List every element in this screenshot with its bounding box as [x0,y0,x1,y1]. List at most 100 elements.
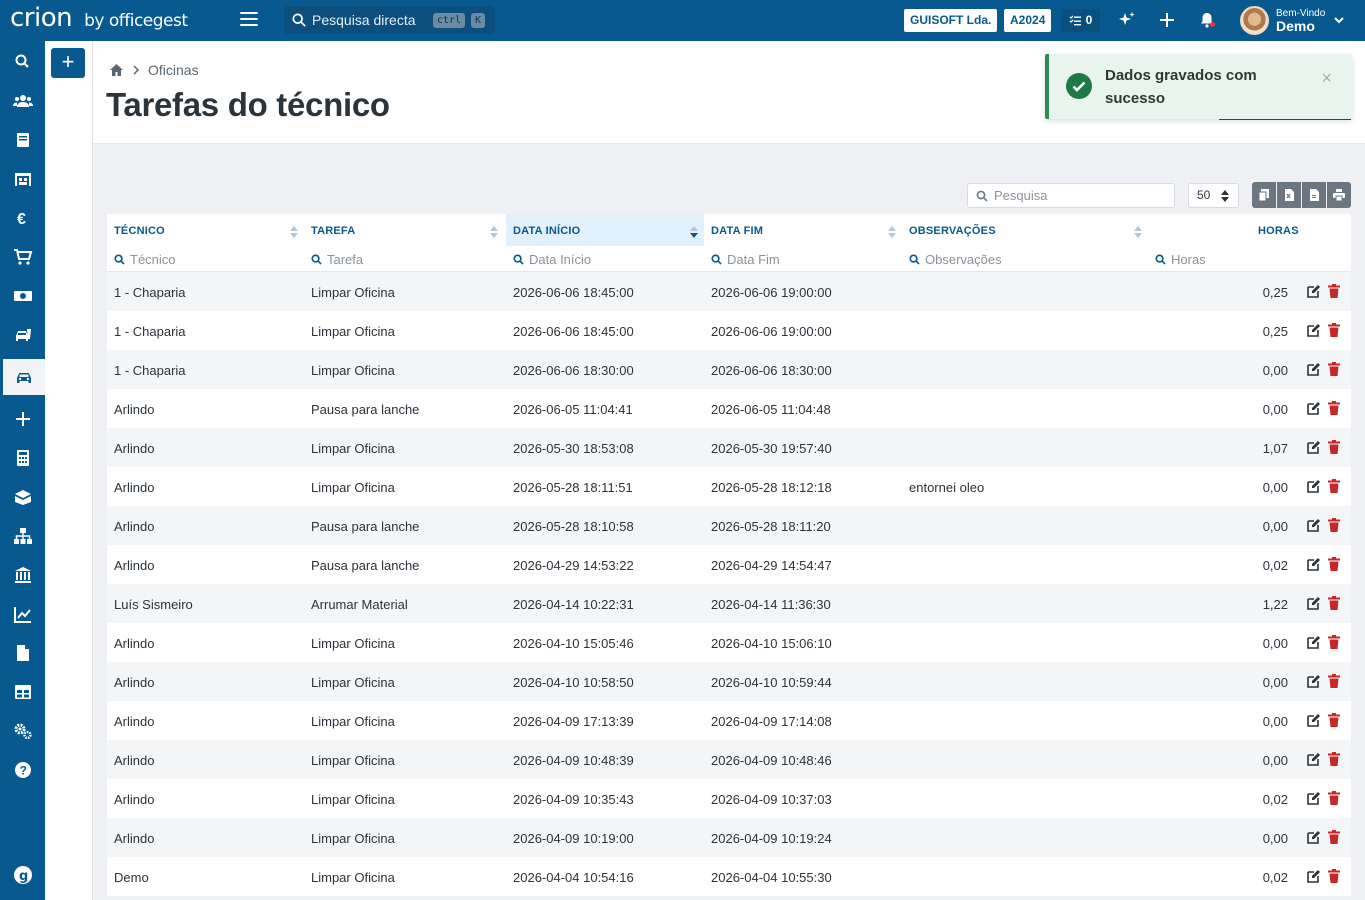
table-row[interactable]: Arlindo Limpar Oficina 2026-04-09 17:13:39… [107,701,1351,740]
table-row[interactable]: Luís Sismeiro Arrumar Material 2026-04-14 … [107,584,1351,623]
global-search-input[interactable]: Pesquisa directa ctrl K [284,6,495,34]
column-header-tarefa[interactable]: TAREFA [304,214,504,246]
filter-observacoes[interactable]: Observações [902,249,1002,269]
trash-icon[interactable] [1327,791,1341,805]
sidebar-item-search[interactable] [0,44,45,80]
trash-icon[interactable] [1327,635,1341,649]
sidebar-item-users[interactable] [0,83,45,119]
trash-icon[interactable] [1327,596,1341,610]
trash-icon[interactable] [1327,518,1341,532]
table-row[interactable]: Arlindo Limpar Oficina 2026-05-30 18:53:08… [107,428,1351,467]
edit-icon[interactable] [1307,362,1321,376]
table-row[interactable]: 1 - Chaparia Limpar Oficina 2026-06-06 18:… [107,311,1351,350]
filter-tarefa[interactable]: Tarefa [304,249,363,269]
avatar[interactable] [1240,6,1269,35]
close-icon[interactable]: × [1321,68,1332,89]
trash-icon[interactable] [1327,362,1341,376]
trash-icon[interactable] [1327,674,1341,688]
bell-icon[interactable] [1198,11,1216,29]
sidebar-item-bank[interactable] [0,557,45,593]
trash-icon[interactable] [1327,713,1341,727]
home-icon[interactable] [109,63,124,77]
table-row[interactable]: Arlindo Limpar Oficina 2026-04-10 10:58:50… [107,662,1351,701]
trash-icon[interactable] [1327,401,1341,415]
table-row[interactable]: Arlindo Pausa para lanche 2026-05-28 18:10… [107,506,1351,545]
table-row[interactable]: Arlindo Limpar Oficina 2026-04-09 10:35:43… [107,779,1351,818]
trash-icon[interactable] [1327,284,1341,298]
logo[interactable]: crion by officegest [10,3,188,37]
filter-data-fim[interactable]: Data Fim [704,249,780,269]
table-row[interactable]: Arlindo Limpar Oficina 2026-04-10 15:05:46… [107,623,1351,662]
sidebar-item-stock[interactable] [0,479,45,515]
table-row[interactable]: Arlindo Pausa para lanche 2026-06-05 11:04… [107,389,1351,428]
sidebar-item-help[interactable]: ? [0,752,45,788]
trash-icon[interactable] [1327,479,1341,493]
copy-button[interactable] [1252,182,1276,208]
column-header-data-inicio[interactable]: DATA INÍCIO [506,214,704,246]
trash-icon[interactable] [1327,323,1341,337]
filter-horas[interactable]: Horas [1148,249,1206,269]
sidebar-item-warehouse[interactable] [0,161,45,197]
sidebar-item-settings[interactable] [0,713,45,749]
sidebar-item-tables[interactable] [0,674,45,710]
edit-icon[interactable] [1307,830,1321,844]
pdf-button[interactable] [1302,182,1326,208]
table-row[interactable]: Arlindo Limpar Oficina 2026-04-09 10:19:00… [107,818,1351,857]
sidebar-item-books[interactable] [0,122,45,158]
sidebar-item-finance[interactable]: € [0,200,45,236]
trash-icon[interactable] [1327,557,1341,571]
sidebar-item-shop[interactable] [0,239,45,275]
filter-tecnico[interactable]: Técnico [107,249,176,269]
edit-icon[interactable] [1307,791,1321,805]
edit-icon[interactable] [1307,713,1321,727]
breadcrumb-item[interactable]: Oficinas [148,62,199,78]
column-header-tecnico[interactable]: TÉCNICO [107,214,304,246]
sidebar-item-documents[interactable] [0,635,45,671]
edit-icon[interactable] [1307,635,1321,649]
sidebar-item-add[interactable] [0,401,45,437]
table-row[interactable]: 1 - Chaparia Limpar Oficina 2026-06-06 18:… [107,272,1351,311]
filter-data-inicio[interactable]: Data Início [506,249,591,269]
year-selector[interactable]: A2024 [1004,9,1052,32]
edit-icon[interactable] [1307,869,1321,883]
column-header-data-fim[interactable]: DATA FIM [704,214,902,246]
chevron-down-icon[interactable] [1333,14,1345,26]
table-search-input[interactable]: Pesquisa [967,183,1175,208]
print-button[interactable] [1327,182,1351,208]
edit-icon[interactable] [1307,752,1321,766]
table-row[interactable]: 1 - Chaparia Limpar Oficina 2026-06-06 18:… [107,350,1351,389]
sidebar-item-payments[interactable] [0,278,45,314]
sidebar-item-car-wash[interactable] [0,317,45,353]
table-row[interactable]: Arlindo Pausa para lanche 2026-04-29 14:53… [107,545,1351,584]
sidebar-item-workshop[interactable] [0,359,45,395]
sidebar-item-organization[interactable] [0,518,45,554]
table-row[interactable]: Demo Limpar Oficina 2026-04-04 10:54:16 202… [107,857,1351,896]
trash-icon[interactable] [1327,752,1341,766]
edit-icon[interactable] [1307,674,1321,688]
excel-button[interactable] [1277,182,1301,208]
edit-icon[interactable] [1307,557,1321,571]
add-icon[interactable] [1158,11,1176,29]
sparkle-icon[interactable] [1118,11,1136,29]
column-header-horas[interactable]: HORAS [1251,214,1311,246]
trash-icon[interactable] [1327,440,1341,454]
tasks-button[interactable]: 0 [1061,9,1100,32]
edit-icon[interactable] [1307,401,1321,415]
sidebar-item-calculator[interactable] [0,440,45,476]
menu-toggle-icon[interactable] [240,12,258,28]
edit-icon[interactable] [1307,479,1321,493]
column-header-observacoes[interactable]: OBSERVAÇÕES [902,214,1148,246]
company-selector[interactable]: GUISOFT Lda. [904,9,998,32]
edit-icon[interactable] [1307,323,1321,337]
table-row[interactable]: Arlindo Limpar Oficina 2026-05-28 18:11:51… [107,467,1351,506]
sidebar-item-officegest[interactable]: g [0,857,45,893]
page-size-select[interactable]: 50 [1188,183,1239,208]
sidebar-item-reports[interactable] [0,596,45,632]
trash-icon[interactable] [1327,869,1341,883]
edit-icon[interactable] [1307,440,1321,454]
table-row[interactable]: Arlindo Limpar Oficina 2026-04-09 10:48:39… [107,740,1351,779]
edit-icon[interactable] [1307,518,1321,532]
edit-icon[interactable] [1307,596,1321,610]
user-menu[interactable]: Bem-Vindo Demo [1276,8,1325,33]
edit-icon[interactable] [1307,284,1321,298]
